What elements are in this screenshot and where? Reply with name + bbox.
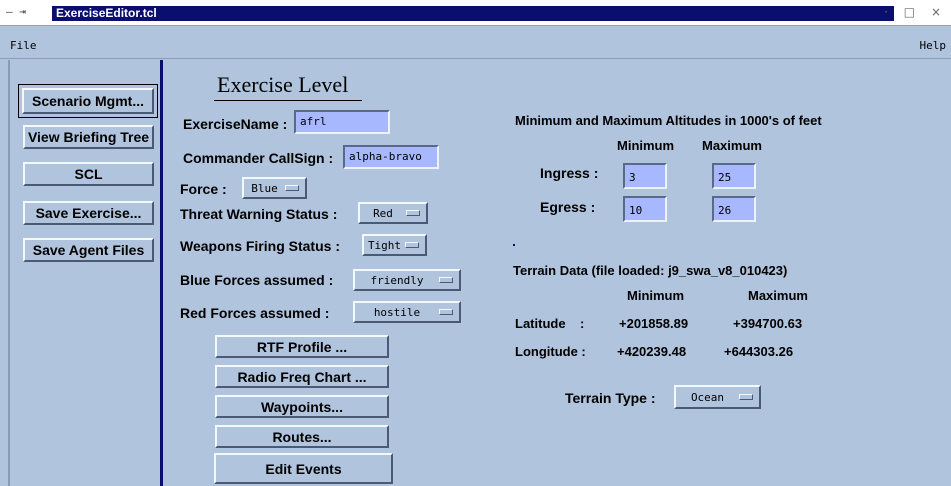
view-briefing-tree-button[interactable]: View Briefing Tree xyxy=(23,125,154,149)
altitude-min-header: Minimum xyxy=(617,138,675,153)
latitude-min-value: +201858.89 xyxy=(619,316,689,331)
window-controls-icon[interactable]: · □ × xyxy=(884,5,947,19)
force-label: Force : xyxy=(180,181,227,197)
commander-callsign-label: Commander CallSign : xyxy=(183,150,334,166)
routes-button[interactable]: Routes... xyxy=(215,425,389,448)
sidebar: Scenario Mgmt... View Briefing Tree SCL … xyxy=(0,60,163,486)
page-title: Exercise Level xyxy=(217,72,349,97)
scenario-mgmt-button[interactable]: Scenario Mgmt... xyxy=(22,88,154,114)
terrain-min-header: Minimum xyxy=(627,288,685,303)
dropdown-indicator-icon xyxy=(439,277,453,283)
threat-warning-value: Red xyxy=(373,206,393,220)
commander-callsign-field[interactable]: alpha-bravo xyxy=(343,145,439,169)
ingress-max-field[interactable]: 25 xyxy=(712,163,756,189)
latitude-max-value: +394700.63 xyxy=(733,316,803,331)
scl-button[interactable]: SCL xyxy=(23,162,154,186)
blue-forces-label: Blue Forces assumed : xyxy=(180,272,334,288)
exercise-name-field[interactable]: afrl xyxy=(294,110,390,134)
altitude-max-header: Maximum xyxy=(702,138,762,153)
longitude-max-value: +644303.26 xyxy=(724,344,794,359)
save-exercise-button[interactable]: Save Exercise... xyxy=(23,201,154,225)
longitude-label: Longitude : xyxy=(515,344,586,359)
threat-warning-select[interactable]: Red xyxy=(358,202,428,224)
dropdown-indicator-icon xyxy=(405,242,419,248)
ingress-label: Ingress : xyxy=(540,165,599,181)
dropdown-indicator-icon xyxy=(739,394,753,400)
weapons-firing-select[interactable]: Tight xyxy=(362,234,427,256)
ingress-min-field[interactable]: 3 xyxy=(623,163,667,189)
latitude-label: Latitude : xyxy=(515,316,585,331)
red-forces-label: Red Forces assumed : xyxy=(180,305,330,321)
dropdown-indicator-icon xyxy=(439,309,453,315)
sidebar-divider xyxy=(160,60,163,486)
window-menu-icon[interactable]: — ⇥ xyxy=(6,5,50,21)
force-select[interactable]: Blue xyxy=(242,177,307,199)
title-underline xyxy=(214,100,362,101)
force-value: Blue xyxy=(251,181,278,195)
weapons-firing-value: Tight xyxy=(367,238,402,252)
marker-dot xyxy=(513,244,515,246)
egress-label: Egress : xyxy=(540,199,596,215)
edit-events-button[interactable]: Edit Events xyxy=(214,453,393,484)
terrain-type-select[interactable]: Ocean xyxy=(674,385,761,409)
menu-help[interactable]: Help xyxy=(920,39,947,52)
dropdown-indicator-icon xyxy=(406,210,420,216)
terrain-type-value: Ocean xyxy=(690,390,725,404)
red-forces-value: hostile xyxy=(373,305,421,319)
terrain-type-label: Terrain Type : xyxy=(565,390,656,406)
dropdown-indicator-icon xyxy=(285,185,299,191)
threat-warning-label: Threat Warning Status : xyxy=(180,206,338,222)
red-forces-select[interactable]: hostile xyxy=(353,301,461,323)
terrain-title: Terrain Data (file loaded: j9_swa_v8_010… xyxy=(513,263,788,278)
waypoints-button[interactable]: Waypoints... xyxy=(215,395,389,418)
egress-min-field[interactable]: 10 xyxy=(623,196,667,222)
menu-bar: File Help xyxy=(0,27,951,59)
blue-forces-select[interactable]: friendly xyxy=(353,269,461,291)
longitude-min-value: +420239.48 xyxy=(617,344,687,359)
window-title-area[interactable]: ExerciseEditor.tcl xyxy=(52,6,894,21)
save-agent-files-button[interactable]: Save Agent Files xyxy=(23,238,154,262)
window-title: ExerciseEditor.tcl xyxy=(56,6,157,20)
sidebar-left-divider xyxy=(8,60,10,486)
menu-file[interactable]: File xyxy=(10,39,37,52)
rtf-profile-button[interactable]: RTF Profile ... xyxy=(215,335,389,358)
exercise-name-label: ExerciseName : xyxy=(183,116,288,132)
altitudes-title: Minimum and Maximum Altitudes in 1000's … xyxy=(515,113,822,128)
egress-max-field[interactable]: 26 xyxy=(712,196,756,222)
window-title-bar[interactable]: — ⇥ ExerciseEditor.tcl · □ × xyxy=(0,0,951,26)
terrain-max-header: Maximum xyxy=(748,288,808,303)
radio-freq-chart-button[interactable]: Radio Freq Chart ... xyxy=(215,365,389,388)
weapons-firing-label: Weapons Firing Status : xyxy=(180,238,340,254)
blue-forces-value: friendly xyxy=(370,273,424,287)
